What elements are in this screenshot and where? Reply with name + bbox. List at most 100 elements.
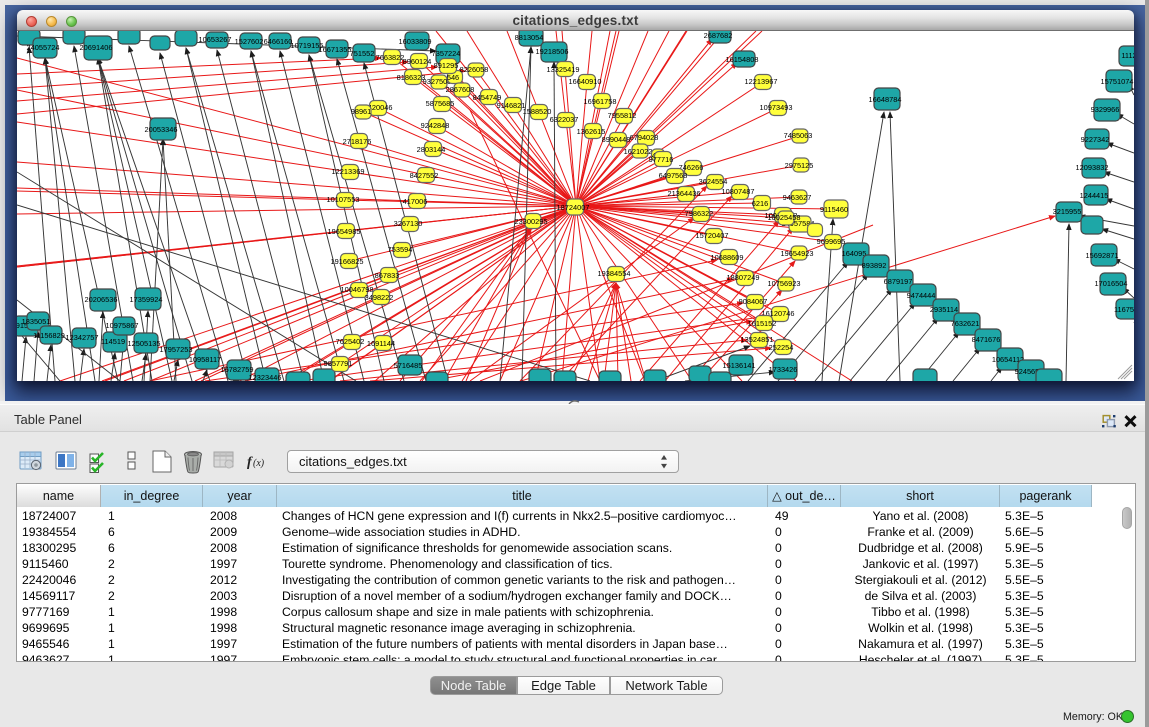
svg-text:23300295: 23300295 xyxy=(515,217,548,226)
svg-text:5716485: 5716485 xyxy=(394,361,423,370)
svg-text:1527602: 1527602 xyxy=(235,37,264,46)
svg-text:893892: 893892 xyxy=(862,261,887,270)
svg-text:17957253: 17957253 xyxy=(160,345,193,354)
svg-text:15751074: 15751074 xyxy=(1101,77,1134,86)
svg-text:(x): (x) xyxy=(253,458,265,469)
svg-text:16671355: 16671355 xyxy=(319,45,352,54)
svg-text:2975125: 2975125 xyxy=(785,161,814,170)
svg-text:7485063: 7485063 xyxy=(784,131,813,140)
svg-text:116753: 116753 xyxy=(1114,305,1134,314)
svg-text:1835051: 1835051 xyxy=(22,317,51,326)
svg-text:753594: 753594 xyxy=(388,245,413,254)
svg-text:751552: 751552 xyxy=(350,49,375,58)
svg-text:18724007: 18724007 xyxy=(557,203,590,212)
svg-text:252254: 252254 xyxy=(769,343,794,352)
svg-text:1112: 1112 xyxy=(1121,51,1134,60)
svg-text:15692871: 15692871 xyxy=(1086,251,1119,260)
svg-text:20053346: 20053346 xyxy=(145,125,178,134)
svg-text:7955812: 7955812 xyxy=(608,111,637,120)
svg-text:7986322: 7986322 xyxy=(685,209,714,218)
svg-text:10688609: 10688609 xyxy=(711,253,744,262)
svg-text:1588520: 1588520 xyxy=(523,107,552,116)
svg-text:10975867: 10975867 xyxy=(106,321,139,330)
svg-text:2687682: 2687682 xyxy=(704,31,733,40)
svg-text:15136141: 15136141 xyxy=(723,361,756,370)
svg-text:17016504: 17016504 xyxy=(1095,279,1128,288)
svg-text:12213369: 12213369 xyxy=(332,167,365,176)
svg-text:16961758: 16961758 xyxy=(584,97,617,106)
svg-text:7663822: 7663822 xyxy=(376,53,405,62)
svg-text:9115460: 9115460 xyxy=(820,205,848,214)
svg-text:867833: 867833 xyxy=(375,271,400,280)
svg-text:17359924: 17359924 xyxy=(130,295,163,304)
svg-text:417006: 417006 xyxy=(403,197,428,206)
svg-text:16033809: 16033809 xyxy=(399,37,432,46)
svg-text:9329966: 9329966 xyxy=(1091,105,1120,114)
svg-text:16154808: 16154808 xyxy=(726,55,759,64)
svg-text:7357224: 7357224 xyxy=(432,49,461,58)
svg-text:12213967: 12213967 xyxy=(745,77,778,86)
svg-text:9463627: 9463627 xyxy=(783,193,812,202)
svg-text:6216: 6216 xyxy=(752,199,768,208)
svg-text:20206536: 20206536 xyxy=(85,295,118,304)
svg-text:12505135: 12505135 xyxy=(128,339,161,348)
svg-text:16648784: 16648784 xyxy=(869,95,902,104)
svg-text:8427552: 8427552 xyxy=(410,171,439,180)
svg-text:19218506: 19218506 xyxy=(536,47,569,56)
svg-text:19384554: 19384554 xyxy=(598,269,631,278)
svg-text:15720407: 15720407 xyxy=(696,231,729,240)
svg-text:19654985: 19654985 xyxy=(328,227,361,236)
svg-text:1733426: 1733426 xyxy=(769,365,798,374)
svg-text:10756923: 10756923 xyxy=(768,279,801,288)
svg-text:24055724: 24055724 xyxy=(27,43,60,52)
svg-text:8813054: 8813054 xyxy=(515,33,544,42)
svg-text:21364436: 21364436 xyxy=(668,189,701,198)
svg-text:6466160: 6466160 xyxy=(264,37,293,46)
svg-text:8226058: 8226058 xyxy=(460,65,489,74)
svg-text:8454749: 8454749 xyxy=(473,93,502,102)
svg-text:10107553: 10107553 xyxy=(327,195,360,204)
svg-text:9699695: 9699695 xyxy=(817,237,846,246)
svg-text:2718176: 2718176 xyxy=(343,137,372,146)
svg-text:20691406: 20691406 xyxy=(80,43,113,52)
svg-text:3267130: 3267130 xyxy=(394,219,423,228)
svg-text:6322037: 6322037 xyxy=(550,115,579,124)
svg-text:12093832: 12093832 xyxy=(1076,163,1109,172)
svg-text:3624554: 3624554 xyxy=(699,177,728,186)
svg-text:10958117: 10958117 xyxy=(189,355,221,364)
svg-text:6879197: 6879197 xyxy=(884,277,913,286)
svg-text:9857791: 9857791 xyxy=(324,359,353,368)
svg-text:8990448: 8990448 xyxy=(602,135,631,144)
svg-text:164095: 164095 xyxy=(842,249,867,258)
svg-text:9242848: 9242848 xyxy=(421,121,450,130)
svg-text:6794028: 6794028 xyxy=(630,133,659,142)
svg-text:114519: 114519 xyxy=(101,337,125,346)
svg-text:9146821: 9146821 xyxy=(497,101,526,110)
svg-text:10973493: 10973493 xyxy=(760,103,793,112)
svg-text:8186323: 8186323 xyxy=(397,73,426,82)
svg-text:7625402: 7625402 xyxy=(336,337,365,346)
svg-text:13325419: 13325419 xyxy=(547,65,580,74)
svg-text:12323446: 12323446 xyxy=(249,373,282,381)
svg-text:12342757: 12342757 xyxy=(66,333,99,342)
svg-text:3498222: 3498222 xyxy=(365,293,394,302)
svg-text:16640910: 16640910 xyxy=(569,77,602,86)
svg-text:19654923: 19654923 xyxy=(781,249,814,258)
svg-text:977716: 977716 xyxy=(649,155,674,164)
svg-text:8960124: 8960124 xyxy=(403,57,432,66)
svg-text:7632621: 7632621 xyxy=(951,319,980,328)
svg-text:18807249: 18807249 xyxy=(727,273,760,282)
svg-text:891295: 891295 xyxy=(434,61,459,70)
svg-text:2935114: 2935114 xyxy=(930,305,958,314)
svg-text:10807487: 10807487 xyxy=(722,187,755,196)
svg-text:546: 546 xyxy=(447,73,459,82)
svg-text:2867608: 2867608 xyxy=(446,85,475,94)
svg-text:1244415: 1244415 xyxy=(1080,191,1109,200)
svg-text:98961: 98961 xyxy=(351,107,372,116)
svg-text:9084067: 9084067 xyxy=(739,297,768,306)
svg-text:19166825: 19166825 xyxy=(331,257,364,266)
svg-text:6497568: 6497568 xyxy=(659,171,688,180)
svg-text:2803144: 2803144 xyxy=(417,145,446,154)
svg-text:9227342: 9227342 xyxy=(1081,135,1110,144)
svg-text:1691144: 1691144 xyxy=(367,339,395,348)
